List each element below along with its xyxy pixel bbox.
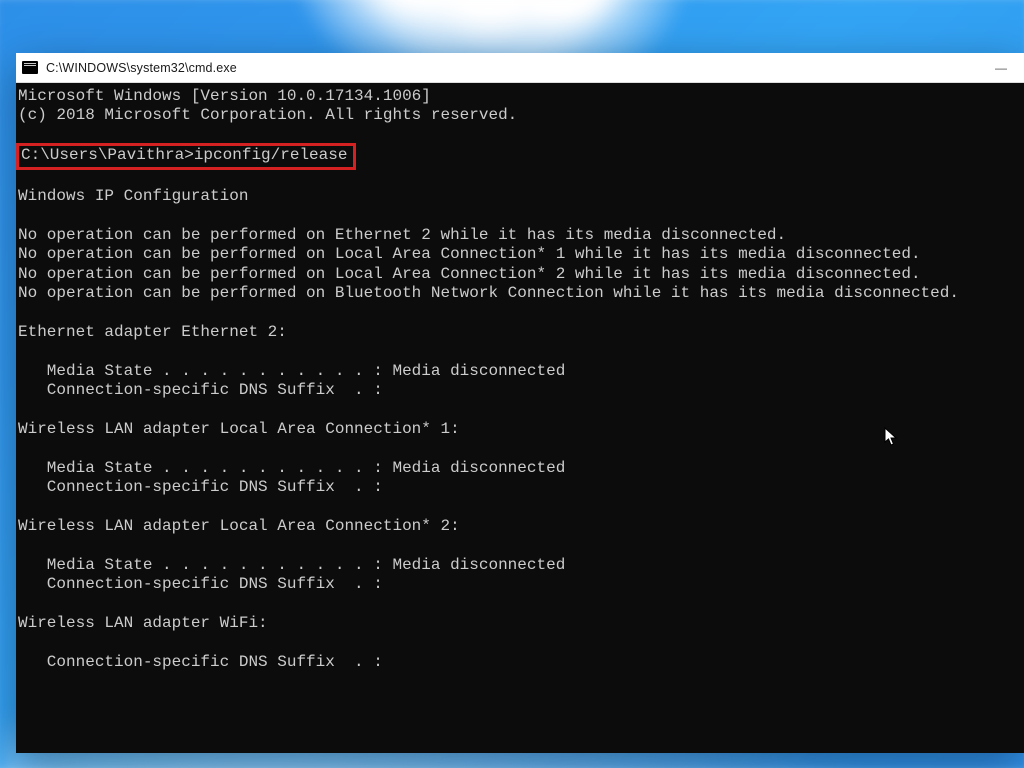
banner-line: (c) 2018 Microsoft Corporation. All righ… (18, 106, 517, 124)
adapter-dns-suffix: Connection-specific DNS Suffix . : (18, 575, 383, 593)
adapter-title: Wireless LAN adapter Local Area Connecti… (18, 517, 460, 535)
window-title: C:\WINDOWS\system32\cmd.exe (46, 61, 237, 75)
banner-line: Microsoft Windows [Version 10.0.17134.10… (18, 87, 431, 105)
adapter-title: Wireless LAN adapter Local Area Connecti… (18, 420, 460, 438)
adapter-title: Wireless LAN adapter WiFi: (18, 614, 268, 632)
minimize-icon: — (995, 61, 1007, 75)
adapter-dns-suffix: Connection-specific DNS Suffix . : (18, 653, 383, 671)
cmd-icon (22, 61, 38, 74)
noop-line: No operation can be performed on Local A… (18, 265, 921, 283)
adapter-media-state: Media State . . . . . . . . . . . : Medi… (18, 459, 565, 477)
titlebar[interactable]: C:\WINDOWS\system32\cmd.exe — (16, 53, 1024, 83)
noop-line: No operation can be performed on Local A… (18, 245, 921, 263)
noop-line: No operation can be performed on Bluetoo… (18, 284, 959, 302)
cmd-window: C:\WINDOWS\system32\cmd.exe — Microsoft … (16, 53, 1024, 753)
noop-line: No operation can be performed on Etherne… (18, 226, 786, 244)
adapter-media-state: Media State . . . . . . . . . . . : Medi… (18, 362, 565, 380)
minimize-button[interactable]: — (978, 53, 1024, 83)
adapter-media-state: Media State . . . . . . . . . . . : Medi… (18, 556, 565, 574)
section-header: Windows IP Configuration (18, 187, 248, 205)
command-highlight: C:\Users\Pavithra>ipconfig/release (16, 143, 356, 169)
prompt-line: C:\Users\Pavithra>ipconfig/release (21, 146, 347, 164)
adapter-dns-suffix: Connection-specific DNS Suffix . : (18, 381, 383, 399)
adapter-title: Ethernet adapter Ethernet 2: (18, 323, 287, 341)
adapter-dns-suffix: Connection-specific DNS Suffix . : (18, 478, 383, 496)
terminal-output[interactable]: Microsoft Windows [Version 10.0.17134.10… (16, 83, 1024, 753)
